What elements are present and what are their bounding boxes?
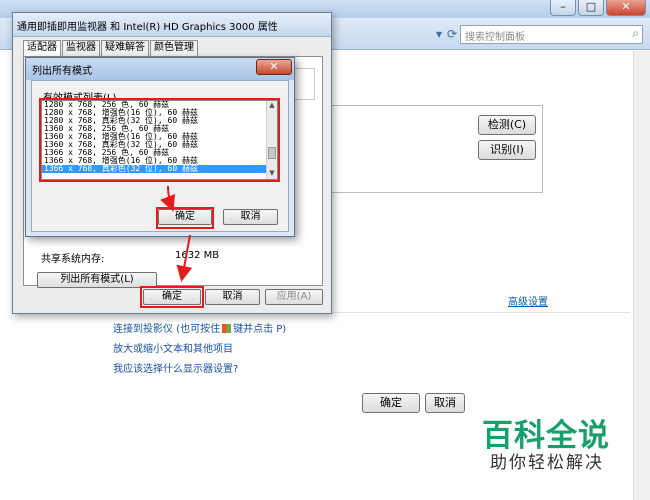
tab-color-management[interactable]: 颜色管理 <box>150 40 198 56</box>
windows-key-icon <box>222 324 232 333</box>
dropdown-arrow-icon[interactable]: ▾ <box>436 27 442 41</box>
modes-dialog-titlebar: 列出所有模式 ✕ <box>26 58 294 80</box>
tab-troubleshoot[interactable]: 疑难解答 <box>101 40 149 56</box>
shared-memory-value: 1632 MB <box>175 250 220 261</box>
which-display-settings-link[interactable]: 我应该选择什么显示器设置? <box>113 360 238 375</box>
dialog-title: 通用即插即用监视器 和 Intel(R) HD Graphics 3000 属性 <box>17 22 278 33</box>
identify-button[interactable]: 识别(I) <box>478 140 536 160</box>
search-placeholder: 搜索控制面板 <box>465 32 525 43</box>
magnify-text-link[interactable]: 放大或缩小文本和其他项目 <box>113 340 233 355</box>
dialog-apply-button[interactable]: 应用(A) <box>265 289 323 305</box>
refresh-icon[interactable]: ⟳ <box>447 27 457 41</box>
tab-strip: 适配器 监视器 疑难解答 颜色管理 <box>23 40 199 57</box>
maximize-icon[interactable]: □ <box>578 0 604 16</box>
vertical-scrollbar[interactable] <box>633 51 650 500</box>
advanced-settings-link[interactable]: 高级设置 <box>508 293 548 308</box>
search-input[interactable]: 搜索控制面板 ⌕ <box>460 25 643 44</box>
projector-link-text: 连接到投影仪 (也可按住 <box>113 324 221 335</box>
dialog-cancel-button[interactable]: 取消 <box>205 289 260 305</box>
dialog-titlebar: 通用即插即用监视器 和 Intel(R) HD Graphics 3000 属性 <box>13 13 331 37</box>
search-icon[interactable]: ⌕ <box>632 26 639 41</box>
modes-cancel-button[interactable]: 取消 <box>223 209 278 225</box>
tab-monitor[interactable]: 监视器 <box>62 40 100 56</box>
list-highlight-box <box>39 98 280 182</box>
window-ok-button[interactable]: 确定 <box>362 393 420 413</box>
detect-button[interactable]: 检测(C) <box>478 115 536 135</box>
watermark-slogan: 助你轻松解决 <box>490 453 604 473</box>
shared-memory-label: 共享系统内存: <box>41 254 105 265</box>
list-all-modes-button[interactable]: 列出所有模式(L) <box>37 272 157 288</box>
modes-ok-highlight-box <box>156 207 214 229</box>
ok-highlight-box <box>140 286 204 308</box>
window-cancel-button[interactable]: 取消 <box>425 393 465 413</box>
close-icon[interactable]: ✕ <box>606 0 646 16</box>
projector-link-text-post: 键并点击 P) <box>233 324 287 335</box>
modes-dialog-title: 列出所有模式 <box>32 66 92 77</box>
close-icon[interactable]: ✕ <box>256 59 292 75</box>
tab-adapter[interactable]: 适配器 <box>23 40 61 57</box>
window-controls: – □ ✕ <box>550 0 646 18</box>
minimize-icon[interactable]: – <box>550 0 576 16</box>
connect-projector-link[interactable]: 连接到投影仪 (也可按住 键并点击 P) <box>113 320 286 335</box>
list-modes-dialog: 列出所有模式 ✕ 有效模式列表(L) 1280 x 768, 256 色, 60… <box>25 57 295 237</box>
